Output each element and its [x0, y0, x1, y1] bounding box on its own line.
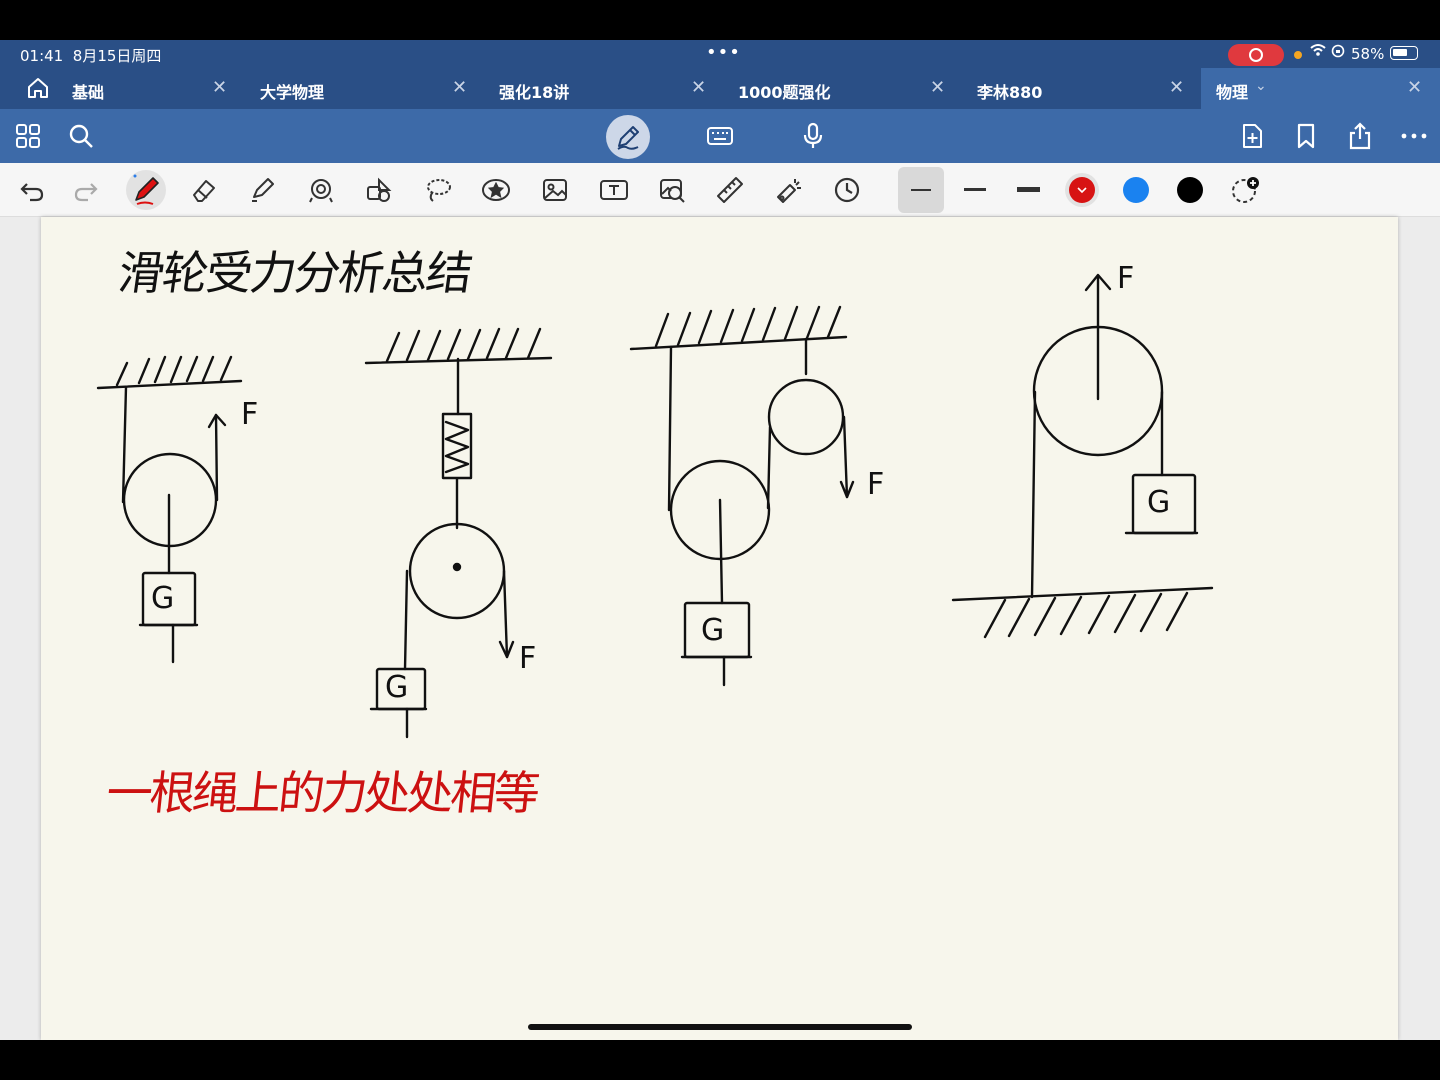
color-swatch-red[interactable] [1069, 177, 1095, 203]
battery-percent: 58% [1351, 45, 1385, 63]
weight-label: G [1147, 485, 1171, 520]
tab-qianghua-18[interactable]: 强化18讲 ✕ [479, 68, 718, 109]
close-icon[interactable]: ✕ [212, 77, 227, 98]
tab-lilin-880[interactable]: 李林880 ✕ [957, 68, 1201, 109]
multitask-dots-icon[interactable]: ••• [706, 42, 741, 63]
force-label: F [519, 641, 537, 676]
close-icon[interactable]: ✕ [452, 77, 467, 98]
color-swatch-blue[interactable] [1123, 177, 1149, 203]
image-tool-icon[interactable] [541, 176, 569, 204]
diagram-fixed-pulley [96, 355, 243, 664]
home-icon[interactable] [26, 76, 50, 100]
stroke-medium-button[interactable] [964, 188, 986, 191]
elements-tool-icon[interactable] [365, 176, 393, 204]
weight-label: G [385, 670, 409, 705]
laser-tool-icon[interactable] [775, 176, 803, 204]
tab-daxue-wuli[interactable]: 大学物理 ✕ [240, 68, 479, 109]
camera-tool-icon[interactable] [658, 176, 686, 204]
rotation-lock-icon [1331, 44, 1345, 62]
search-icon[interactable] [67, 122, 95, 150]
force-label: F [241, 397, 259, 432]
status-bar: 01:41 8月15日周四 ••• 58% [0, 40, 1440, 68]
drawing-toolbar [0, 163, 1440, 217]
keyboard-icon[interactable] [706, 122, 734, 150]
eraser-tool-icon[interactable] [190, 176, 218, 204]
main-toolbar [0, 109, 1440, 163]
diagram-compound-pulley [629, 305, 855, 687]
tab-jichu[interactable]: 基础 ✕ [52, 68, 240, 109]
close-icon[interactable]: ✕ [930, 77, 945, 98]
add-page-icon[interactable] [1238, 122, 1266, 150]
screen-record-icon[interactable] [1228, 44, 1284, 66]
chevron-down-icon[interactable]: ⌄ [1255, 78, 1267, 94]
pen-mode-button[interactable] [606, 115, 650, 159]
tab-wuli[interactable]: 物理 ⌄ ✕ [1201, 68, 1440, 109]
weight-label: G [701, 613, 725, 648]
status-time: 01:41 8月15日周四 [20, 47, 162, 65]
tab-bar: 基础 ✕ 大学物理 ✕ 强化18讲 ✕ 1000题强化 ✕ 李林880 ✕ 物理… [0, 68, 1440, 109]
grid-icon[interactable] [14, 122, 42, 150]
highlighter-tool-icon[interactable] [248, 176, 276, 204]
weight-label: G [151, 581, 175, 616]
lasso-tool-icon[interactable] [424, 176, 452, 204]
stroke-thin-button[interactable] [898, 167, 944, 213]
diagram-ground-pulley [951, 273, 1214, 639]
ruler-tool-icon[interactable] [716, 176, 744, 204]
home-indicator[interactable] [528, 1024, 912, 1030]
sticker-tool-icon[interactable] [481, 176, 510, 204]
battery-icon [1390, 46, 1418, 60]
note-conclusion: 一根绳上的力处处相等 [103, 766, 540, 820]
note-page[interactable]: 滑轮受力分析总结 F G F G F G F G 一根绳上的力处处相等 [41, 217, 1398, 1040]
textbox-tool-icon[interactable] [599, 176, 628, 204]
stroke-thick-button[interactable] [1017, 187, 1040, 192]
history-icon[interactable] [833, 176, 861, 204]
force-label: F [867, 467, 885, 502]
undo-icon[interactable] [18, 176, 46, 204]
share-icon[interactable] [1346, 122, 1374, 150]
more-icon[interactable] [1400, 122, 1428, 150]
bookmark-icon[interactable] [1292, 122, 1320, 150]
redo-icon[interactable] [72, 176, 100, 204]
force-label: F [1117, 261, 1135, 296]
close-icon[interactable]: ✕ [1169, 77, 1184, 98]
wifi-icon [1310, 43, 1326, 61]
close-icon[interactable]: ✕ [691, 77, 706, 98]
color-swatch-black[interactable] [1177, 177, 1203, 203]
close-icon[interactable]: ✕ [1407, 77, 1422, 98]
microphone-icon[interactable] [799, 122, 827, 150]
shape-tool-icon[interactable] [307, 176, 335, 204]
mic-indicator-icon [1294, 51, 1302, 59]
tab-1000-ti[interactable]: 1000题强化 ✕ [718, 68, 957, 109]
pen-tool-icon[interactable] [126, 170, 166, 210]
add-color-icon[interactable] [1231, 176, 1259, 204]
